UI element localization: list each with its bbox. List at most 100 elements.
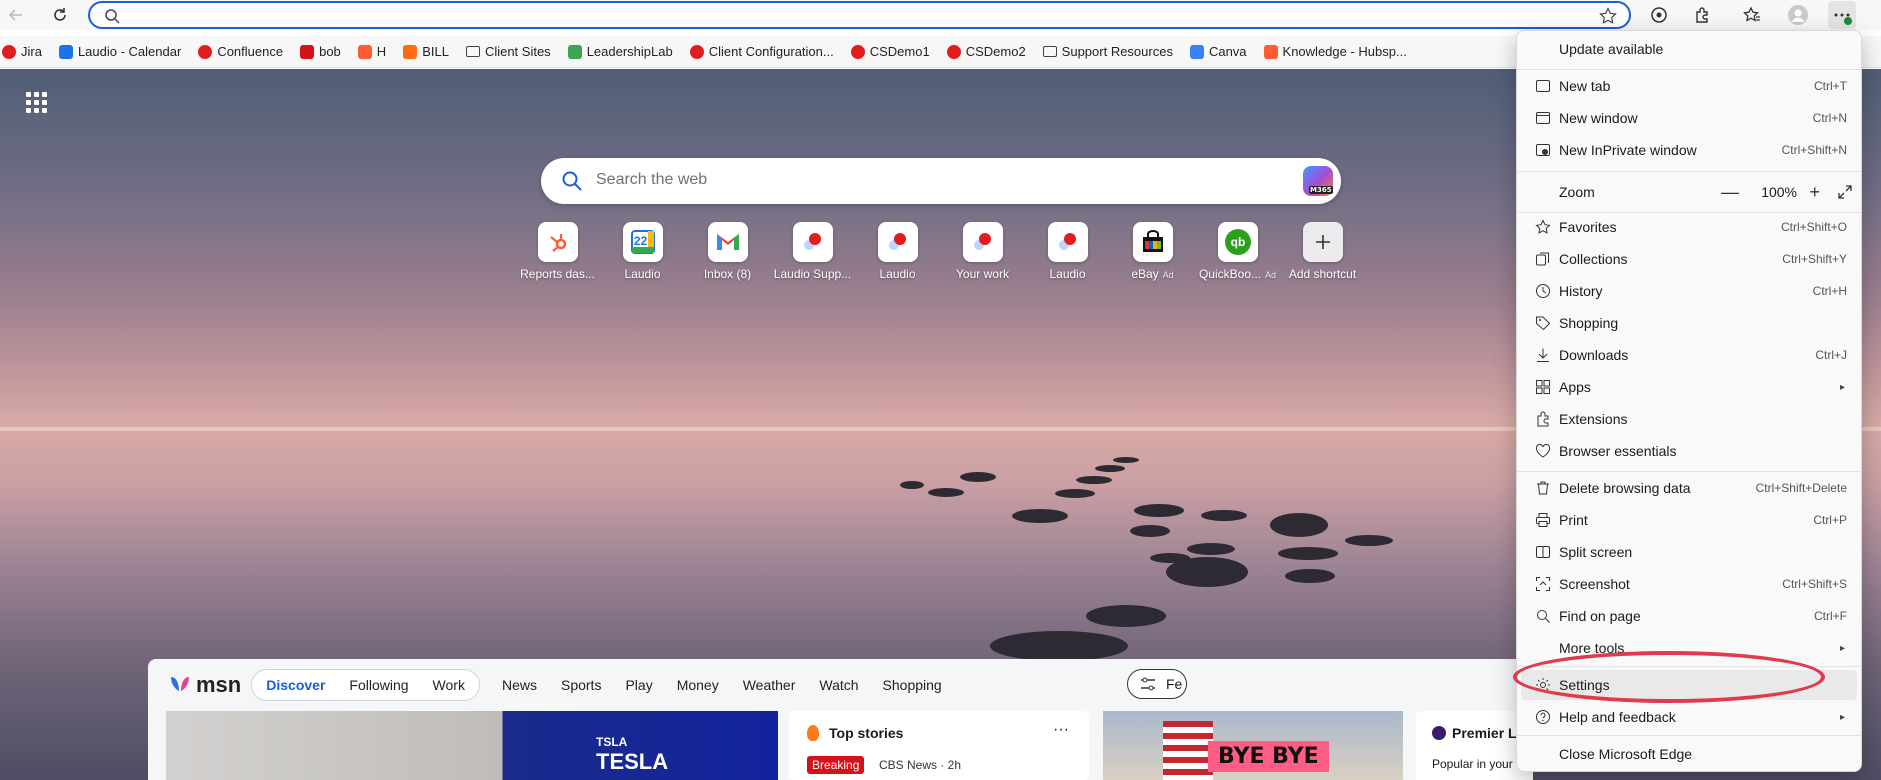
- bookmark-item[interactable]: Laudio - Calendar: [58, 44, 181, 59]
- quickbooks-icon: qb: [1217, 222, 1258, 262]
- tab-discover[interactable]: Discover: [254, 672, 337, 698]
- shortcut-tile[interactable]: Your work: [940, 222, 1025, 281]
- settings-more-button[interactable]: [1828, 1, 1856, 29]
- zoom-out-button[interactable]: —: [1721, 182, 1739, 203]
- shortcut-tile[interactable]: Reports das...: [515, 222, 600, 281]
- tab-work[interactable]: Work: [421, 672, 477, 698]
- news-source: CBS News · 2h: [879, 758, 962, 772]
- menu-delete-browsing-data[interactable]: Delete browsing data Ctrl+Shift+Delete: [1521, 473, 1857, 503]
- collections-icon: [1536, 252, 1549, 266]
- menu-browser-essentials[interactable]: Browser essentials: [1521, 436, 1857, 466]
- tab-shopping[interactable]: Shopping: [871, 677, 954, 693]
- menu-extensions[interactable]: Extensions: [1521, 404, 1857, 434]
- shortcut-tile[interactable]: Inbox (8): [685, 222, 770, 281]
- news-card-tesla[interactable]: TSLA TESLA: [166, 711, 778, 780]
- ad-badge: Ad: [1162, 270, 1174, 280]
- bookmark-item[interactable]: H: [357, 44, 386, 59]
- msn-logo[interactable]: msn: [168, 672, 241, 698]
- profile-button[interactable]: [1784, 1, 1812, 29]
- menu-shopping[interactable]: Shopping: [1521, 308, 1857, 338]
- bookmark-item[interactable]: Confluence: [198, 44, 283, 59]
- web-search-box[interactable]: Search the web M365: [541, 158, 1341, 204]
- menu-zoom: Zoom — 100% +: [1521, 173, 1857, 211]
- bookmark-item[interactable]: Jira: [2, 44, 42, 59]
- menu-screenshot[interactable]: Screenshot Ctrl+Shift+S: [1521, 569, 1857, 599]
- more-options-button[interactable]: ···: [1053, 721, 1069, 739]
- menu-settings[interactable]: Settings: [1521, 670, 1857, 700]
- favorite-star-icon[interactable]: [1599, 7, 1617, 25]
- m365-badge: M365: [1309, 186, 1333, 194]
- bookmark-item[interactable]: Canva: [1189, 44, 1247, 59]
- menu-print[interactable]: Print Ctrl+P: [1521, 505, 1857, 535]
- address-bar[interactable]: [88, 1, 1631, 29]
- bookmark-item[interactable]: BILL: [403, 44, 449, 59]
- zoom-in-button[interactable]: +: [1809, 182, 1820, 203]
- shortcut-tile[interactable]: Laudio Supp...: [770, 222, 855, 281]
- top-stories-card[interactable]: Top stories ··· Breaking CBS News · 2h: [789, 711, 1089, 780]
- bookmark-item[interactable]: bob: [300, 44, 341, 59]
- refresh-button[interactable]: [46, 1, 74, 29]
- tab-following[interactable]: Following: [337, 672, 420, 698]
- menu-shortcut: Ctrl+Shift+S: [1782, 577, 1847, 591]
- shortcut-label-text: Laudio: [1049, 267, 1086, 281]
- tab-watch[interactable]: Watch: [807, 677, 870, 693]
- app-launcher-icon[interactable]: [26, 92, 47, 113]
- bookmark-item[interactable]: CSDemo2: [946, 44, 1026, 59]
- menu-close-edge[interactable]: Close Microsoft Edge: [1521, 739, 1857, 769]
- tab-news[interactable]: News: [490, 677, 549, 693]
- menu-downloads[interactable]: Downloads Ctrl+J: [1521, 340, 1857, 370]
- menu-help-feedback[interactable]: Help and feedback ▸: [1521, 702, 1857, 732]
- fire-icon: [807, 725, 819, 741]
- news-card-image[interactable]: BYE BYE: [1103, 711, 1403, 780]
- menu-collections[interactable]: Collections Ctrl+Shift+Y: [1521, 244, 1857, 274]
- back-button[interactable]: [2, 1, 30, 29]
- bookmark-label: Canva: [1208, 44, 1247, 59]
- menu-label: Favorites: [1559, 219, 1617, 235]
- menu-apps[interactable]: Apps ▸: [1521, 372, 1857, 402]
- menu-history[interactable]: History Ctrl+H: [1521, 276, 1857, 306]
- feed-settings-button[interactable]: Fe: [1127, 669, 1187, 699]
- menu-split-screen[interactable]: Split screen: [1521, 537, 1857, 567]
- menu-find-on-page[interactable]: Find on page Ctrl+F: [1521, 601, 1857, 631]
- shortcut-tile[interactable]: Laudio: [1025, 222, 1110, 281]
- favorites-button[interactable]: [1738, 1, 1766, 29]
- shortcut-tile[interactable]: eBay Ad: [1110, 222, 1195, 281]
- shortcut-tile[interactable]: qb QuickBoo... Ad: [1195, 222, 1280, 281]
- menu-new-window[interactable]: New window Ctrl+N: [1521, 103, 1857, 133]
- shortcut-tile[interactable]: Add shortcut: [1280, 222, 1365, 281]
- menu-shortcut: Ctrl+J: [1815, 348, 1847, 362]
- menu-divider: [1517, 666, 1861, 667]
- tab-sports[interactable]: Sports: [549, 677, 613, 693]
- menu-favorites[interactable]: Favorites Ctrl+Shift+O: [1521, 212, 1857, 242]
- menu-more-tools[interactable]: More tools ▸: [1521, 633, 1857, 663]
- menu-new-tab[interactable]: New tab Ctrl+T: [1521, 71, 1857, 101]
- printer-icon: [1536, 513, 1550, 527]
- m365-copilot-icon[interactable]: M365: [1303, 166, 1333, 196]
- site-favicon-icon: [2, 44, 16, 59]
- shortcut-tile[interactable]: 22 Laudio: [600, 222, 685, 281]
- menu-update-available[interactable]: Update available: [1521, 34, 1857, 64]
- tab-money[interactable]: Money: [665, 677, 731, 693]
- bookmark-item[interactable]: CSDemo1: [850, 44, 930, 59]
- puzzle-icon: [1537, 411, 1549, 427]
- window-icon: [1536, 112, 1550, 124]
- bookmark-item[interactable]: Knowledge - Hubsp...: [1263, 44, 1407, 59]
- copilot-button[interactable]: [1645, 1, 1673, 29]
- bookmark-item[interactable]: Support Resources: [1042, 44, 1173, 59]
- shortcut-label-text: Reports das...: [520, 267, 595, 281]
- tab-play[interactable]: Play: [613, 677, 664, 693]
- tab-weather[interactable]: Weather: [731, 677, 808, 693]
- laudio-icon: [962, 222, 1003, 262]
- extensions-button[interactable]: [1688, 1, 1716, 29]
- fullscreen-icon[interactable]: [1837, 184, 1853, 200]
- calendar-icon: 22: [622, 222, 663, 262]
- menu-label: New tab: [1559, 78, 1611, 94]
- bookmark-item[interactable]: LeadershipLab: [567, 44, 673, 59]
- bookmark-item[interactable]: Client Sites: [465, 44, 551, 59]
- menu-shortcut: Ctrl+Shift+Y: [1782, 252, 1847, 266]
- shortcut-tile[interactable]: Laudio: [855, 222, 940, 281]
- hubspot-icon: [537, 222, 578, 262]
- menu-label: Help and feedback: [1559, 709, 1676, 725]
- bookmark-item[interactable]: Client Configuration...: [689, 44, 834, 59]
- menu-new-inprivate[interactable]: New InPrivate window Ctrl+Shift+N: [1521, 135, 1857, 165]
